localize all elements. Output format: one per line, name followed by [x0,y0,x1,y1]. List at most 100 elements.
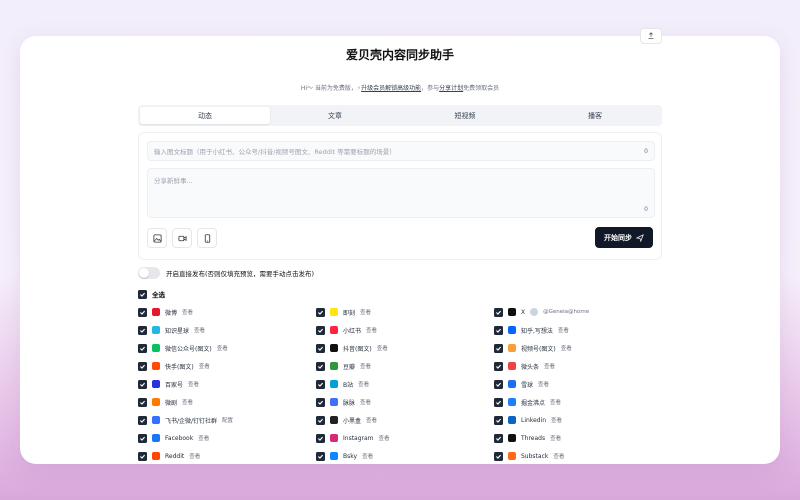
platform-item[interactable]: 百家号 查看 [138,375,316,393]
platform-checkbox[interactable] [494,451,503,461]
platform-checkbox[interactable] [494,325,503,335]
platform-checkbox[interactable] [494,307,503,317]
platform-action-link[interactable]: 查看 [544,362,555,370]
pin-button[interactable] [640,28,662,44]
account-handle[interactable]: @Geneia@home [543,309,589,315]
platform-action-link[interactable]: 查看 [366,326,377,334]
platform-action-link[interactable]: 查看 [551,416,562,424]
platform-item[interactable]: Facebook 查看 [138,429,316,447]
platform-action-link[interactable]: 查看 [194,326,205,334]
platform-checkbox[interactable] [316,397,325,407]
direct-publish-toggle[interactable] [138,267,160,279]
platform-checkbox[interactable] [138,343,147,353]
platform-item[interactable]: 豆瓣 查看 [316,357,494,375]
tab-dynamic[interactable]: 动态 [140,107,270,124]
platform-action-link[interactable]: 查看 [360,362,371,370]
platform-item[interactable]: 知乎,写想法 查看 [494,321,672,339]
platform-action-link[interactable]: 查看 [217,344,228,352]
platform-action-link[interactable]: 查看 [553,452,564,460]
platform-item[interactable]: 微剧 查看 [138,393,316,411]
select-all-row[interactable]: 全选 [138,289,165,299]
tab-article[interactable]: 文章 [270,107,400,124]
platform-action-link[interactable]: 查看 [561,344,572,352]
platform-item[interactable]: 知识星球 查看 [138,321,316,339]
platform-action-link[interactable]: 查看 [558,326,569,334]
content-textarea[interactable]: 分享新鲜事... 0 [147,168,655,218]
platform-item[interactable]: 微信公众号(图文) 查看 [138,339,316,357]
platform-checkbox[interactable] [316,325,325,335]
platform-item[interactable]: 视频号(图文) 查看 [494,339,672,357]
platform-item[interactable]: 微博 查看 [138,303,316,321]
platform-item[interactable]: X @Geneia@home [494,303,672,321]
platform-item[interactable]: 抖音(图文) 查看 [316,339,494,357]
platform-action-link[interactable]: 查看 [188,380,199,388]
add-image-button[interactable] [147,228,167,248]
platform-checkbox[interactable] [494,397,503,407]
check-icon [496,436,502,441]
platform-action-link[interactable]: 查看 [362,452,373,460]
platform-checkbox[interactable] [316,451,325,461]
platform-checkbox[interactable] [138,433,147,443]
platform-checkbox[interactable] [138,361,147,371]
platform-checkbox[interactable] [138,451,147,461]
platform-item[interactable]: B站 查看 [316,375,494,393]
title-input[interactable]: 输入图文标题（用于小红书、公众号/抖音/视频号图文、Reddit 等需要标题的场… [147,141,655,161]
platform-checkbox[interactable] [316,361,325,371]
platform-action-link[interactable]: 查看 [366,416,377,424]
platform-action-link[interactable]: 查看 [182,398,193,406]
upgrade-link[interactable]: 升级会员解锁高级功能 [361,85,421,92]
platform-item[interactable]: 雪球 查看 [494,375,672,393]
tab-short-video[interactable]: 短视频 [400,107,530,124]
platform-item[interactable]: Threads 查看 [494,429,672,447]
check-icon [318,310,324,315]
mobile-preview-button[interactable] [197,228,217,248]
platform-item[interactable]: 飞书/企微/钉钉社群 配置 [138,411,316,429]
platform-action-link[interactable]: 查看 [198,434,209,442]
platform-checkbox[interactable] [138,397,147,407]
platform-item[interactable]: 小红书 查看 [316,321,494,339]
platform-action-link[interactable]: 查看 [360,398,371,406]
platform-checkbox[interactable] [316,415,325,425]
platform-item[interactable]: Linkedin 查看 [494,411,672,429]
platform-item[interactable]: 即刻 查看 [316,303,494,321]
platform-checkbox[interactable] [316,343,325,353]
add-video-button[interactable] [172,228,192,248]
platform-item[interactable]: Instagram 查看 [316,429,494,447]
platform-checkbox[interactable] [316,379,325,389]
platform-item[interactable]: 掘金沸点 查看 [494,393,672,411]
platform-item[interactable]: Reddit 查看 [138,447,316,464]
platform-action-link[interactable]: 查看 [360,308,371,316]
platform-action-link[interactable]: 查看 [550,434,561,442]
platform-name: Bsky [343,452,358,460]
platform-action-link[interactable]: 查看 [182,308,193,316]
platform-item[interactable]: 脉脉 查看 [316,393,494,411]
platform-checkbox[interactable] [494,379,503,389]
share-plan-link[interactable]: 分享计划 [439,85,463,92]
platform-item[interactable]: 小黑盒 查看 [316,411,494,429]
platform-action-link[interactable]: 查看 [358,380,369,388]
platform-action-link[interactable]: 查看 [377,344,388,352]
platform-item[interactable]: Substack 查看 [494,447,672,464]
platform-checkbox[interactable] [316,433,325,443]
platform-item[interactable]: 快手(图文) 查看 [138,357,316,375]
platform-action-link[interactable]: 查看 [538,380,549,388]
platform-action-link[interactable]: 查看 [189,452,200,460]
platform-checkbox[interactable] [138,415,147,425]
platform-checkbox[interactable] [494,415,503,425]
platform-checkbox[interactable] [494,343,503,353]
platform-checkbox[interactable] [138,325,147,335]
select-all-checkbox[interactable] [138,289,147,299]
platform-item[interactable]: Bsky 查看 [316,447,494,464]
platform-action-link[interactable]: 查看 [379,434,390,442]
platform-checkbox[interactable] [316,307,325,317]
start-sync-button[interactable]: 开始同步 [595,227,653,248]
platform-checkbox[interactable] [138,307,147,317]
platform-checkbox[interactable] [494,433,503,443]
platform-checkbox[interactable] [138,379,147,389]
tab-podcast[interactable]: 播客 [530,107,660,124]
platform-action-link[interactable]: 查看 [550,398,561,406]
platform-checkbox[interactable] [494,361,503,371]
platform-item[interactable]: 微头条 查看 [494,357,672,375]
platform-action-link[interactable]: 查看 [199,362,210,370]
platform-action-link[interactable]: 配置 [222,416,233,424]
